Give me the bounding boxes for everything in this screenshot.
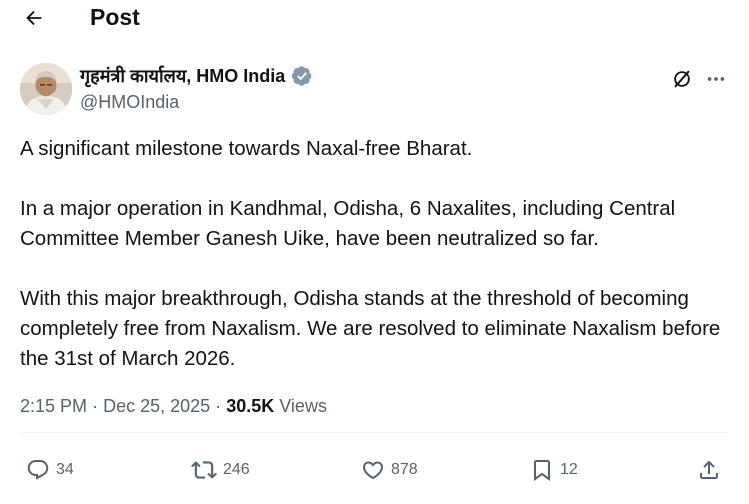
reply-icon bbox=[27, 460, 49, 480]
meta-separator: · bbox=[92, 396, 99, 416]
bookmark-count: 12 bbox=[560, 461, 578, 478]
like-button[interactable]: 878 bbox=[361, 456, 418, 484]
repost-count: 246 bbox=[223, 461, 250, 478]
verified-badge-icon[interactable] bbox=[291, 65, 313, 87]
profile-photo-icon bbox=[20, 63, 72, 115]
post-page: Post गृहमंत्री कार्यालय, HMO India @HMOI… bbox=[0, 0, 749, 504]
author-handle[interactable]: @HMOIndia bbox=[80, 91, 179, 113]
grok-icon bbox=[674, 70, 690, 88]
grok-button[interactable] bbox=[669, 66, 695, 92]
page-title: Post bbox=[90, 4, 140, 30]
tweet-time[interactable]: 2:15 PM bbox=[20, 396, 87, 416]
post-header: Post bbox=[0, 0, 749, 36]
tweet-date[interactable]: Dec 25, 2025 bbox=[103, 396, 210, 416]
reply-button[interactable]: 34 bbox=[26, 456, 74, 484]
author-name-row: गृहमंत्री कार्यालय, HMO India bbox=[80, 64, 313, 88]
repost-icon bbox=[191, 461, 217, 479]
tweet-paragraph: A significant milestone towards Naxal-fr… bbox=[20, 137, 473, 160]
display-name[interactable]: गृहमंत्री कार्यालय, HMO India bbox=[80, 64, 285, 88]
arrow-left-icon bbox=[26, 10, 42, 26]
bookmark-button[interactable]: 12 bbox=[530, 456, 578, 484]
tweet-text: A significant milestone towards Naxal-fr… bbox=[20, 134, 730, 374]
more-options-button[interactable] bbox=[703, 66, 729, 92]
views-label: Views bbox=[279, 396, 327, 416]
share-button[interactable] bbox=[697, 456, 721, 484]
reply-count: 34 bbox=[56, 461, 74, 478]
tweet-meta: 2:15 PM · Dec 25, 2025 · 30.5K Views bbox=[20, 394, 327, 418]
divider bbox=[20, 432, 729, 433]
bookmark-icon bbox=[534, 460, 550, 481]
views-count[interactable]: 30.5K bbox=[226, 396, 274, 416]
tweet-paragraph: In a major operation in Kandhmal, Odisha… bbox=[20, 197, 676, 250]
repost-button[interactable]: 246 bbox=[191, 456, 250, 484]
tweet-paragraph: With this major breakthrough, Odisha sta… bbox=[20, 287, 721, 370]
more-horizontal-icon bbox=[707, 77, 725, 81]
share-icon bbox=[700, 460, 718, 479]
avatar[interactable] bbox=[20, 63, 72, 115]
like-count: 878 bbox=[391, 461, 418, 478]
back-button[interactable] bbox=[16, 4, 52, 32]
heart-icon bbox=[362, 461, 384, 480]
meta-separator: · bbox=[215, 396, 222, 416]
